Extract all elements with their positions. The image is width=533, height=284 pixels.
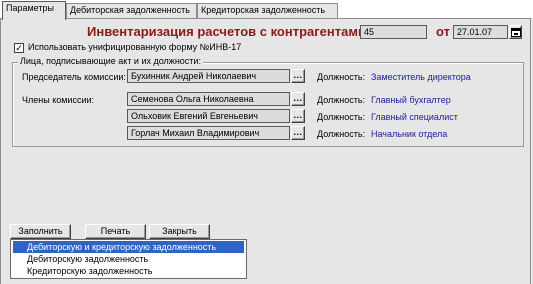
document-date-field[interactable]: 27.01.07	[453, 25, 508, 39]
calendar-button[interactable]	[509, 25, 522, 39]
chairman-position-value: Заместитель директора	[371, 72, 471, 82]
member-1-name-field[interactable]: Семенова Ольга Николаевна	[127, 92, 290, 106]
member-1-position-value: Главный бухгалтер	[371, 95, 451, 105]
members-label: Члены комиссии:	[22, 95, 95, 105]
fill-button[interactable]: Заполнить	[10, 224, 71, 239]
member-3-name-field[interactable]: Горлач Михаил Владимирович	[127, 126, 290, 140]
print-button[interactable]: Печать	[85, 224, 146, 239]
fill-menu: Дебиторскую и кредиторскую задолженность…	[10, 239, 247, 279]
page-title: Инвентаризация расчетов с контрагентами …	[87, 24, 385, 39]
member-1-select-button[interactable]: ...	[291, 92, 305, 106]
date-label: от	[436, 24, 450, 39]
member-3-position-label: Должность:	[317, 129, 366, 139]
member-2-select-button[interactable]: ...	[291, 109, 305, 123]
chairman-position-label: Должность:	[317, 72, 366, 82]
chairman-label: Председатель комиссии:	[22, 72, 126, 82]
menu-item-payables[interactable]: Кредиторскую задолженность	[13, 265, 244, 277]
member-3-position-value: Начальник отдела	[371, 129, 448, 139]
chairman-name-field[interactable]: Бухинник Андрей Николаевич	[127, 69, 290, 83]
unified-form-checkbox[interactable]: ✓	[14, 43, 24, 53]
menu-item-receivables[interactable]: Дебиторскую задолженность	[13, 253, 244, 265]
tab-payables[interactable]: Кредиторская задолженность	[197, 3, 338, 18]
member-2-position-value: Главный специалист	[371, 112, 458, 122]
calendar-icon	[511, 28, 521, 37]
tab-receivables[interactable]: Дебиторская задолженность	[66, 3, 197, 18]
member-3-select-button[interactable]: ...	[291, 126, 305, 140]
document-number-field[interactable]: 45	[360, 25, 427, 39]
close-button[interactable]: Закрыть	[149, 224, 210, 239]
tab-strip: Параметры Дебиторская задолженность Кред…	[0, 0, 533, 20]
member-2-name-field[interactable]: Ольховик Евгений Евгеньевич	[127, 109, 290, 123]
member-1-position-label: Должность:	[317, 95, 366, 105]
tab-parameters[interactable]: Параметры	[2, 1, 66, 20]
checkmark-icon: ✓	[15, 43, 23, 53]
unified-form-label: Использовать унифицированную форму №ИНВ-…	[28, 42, 242, 52]
menu-item-receivables-and-payables[interactable]: Дебиторскую и кредиторскую задолженность	[13, 241, 244, 253]
chairman-select-button[interactable]: ...	[291, 69, 305, 83]
signers-group-title: Лица, подписывающие акт и их должности:	[18, 56, 203, 66]
member-2-position-label: Должность:	[317, 112, 366, 122]
